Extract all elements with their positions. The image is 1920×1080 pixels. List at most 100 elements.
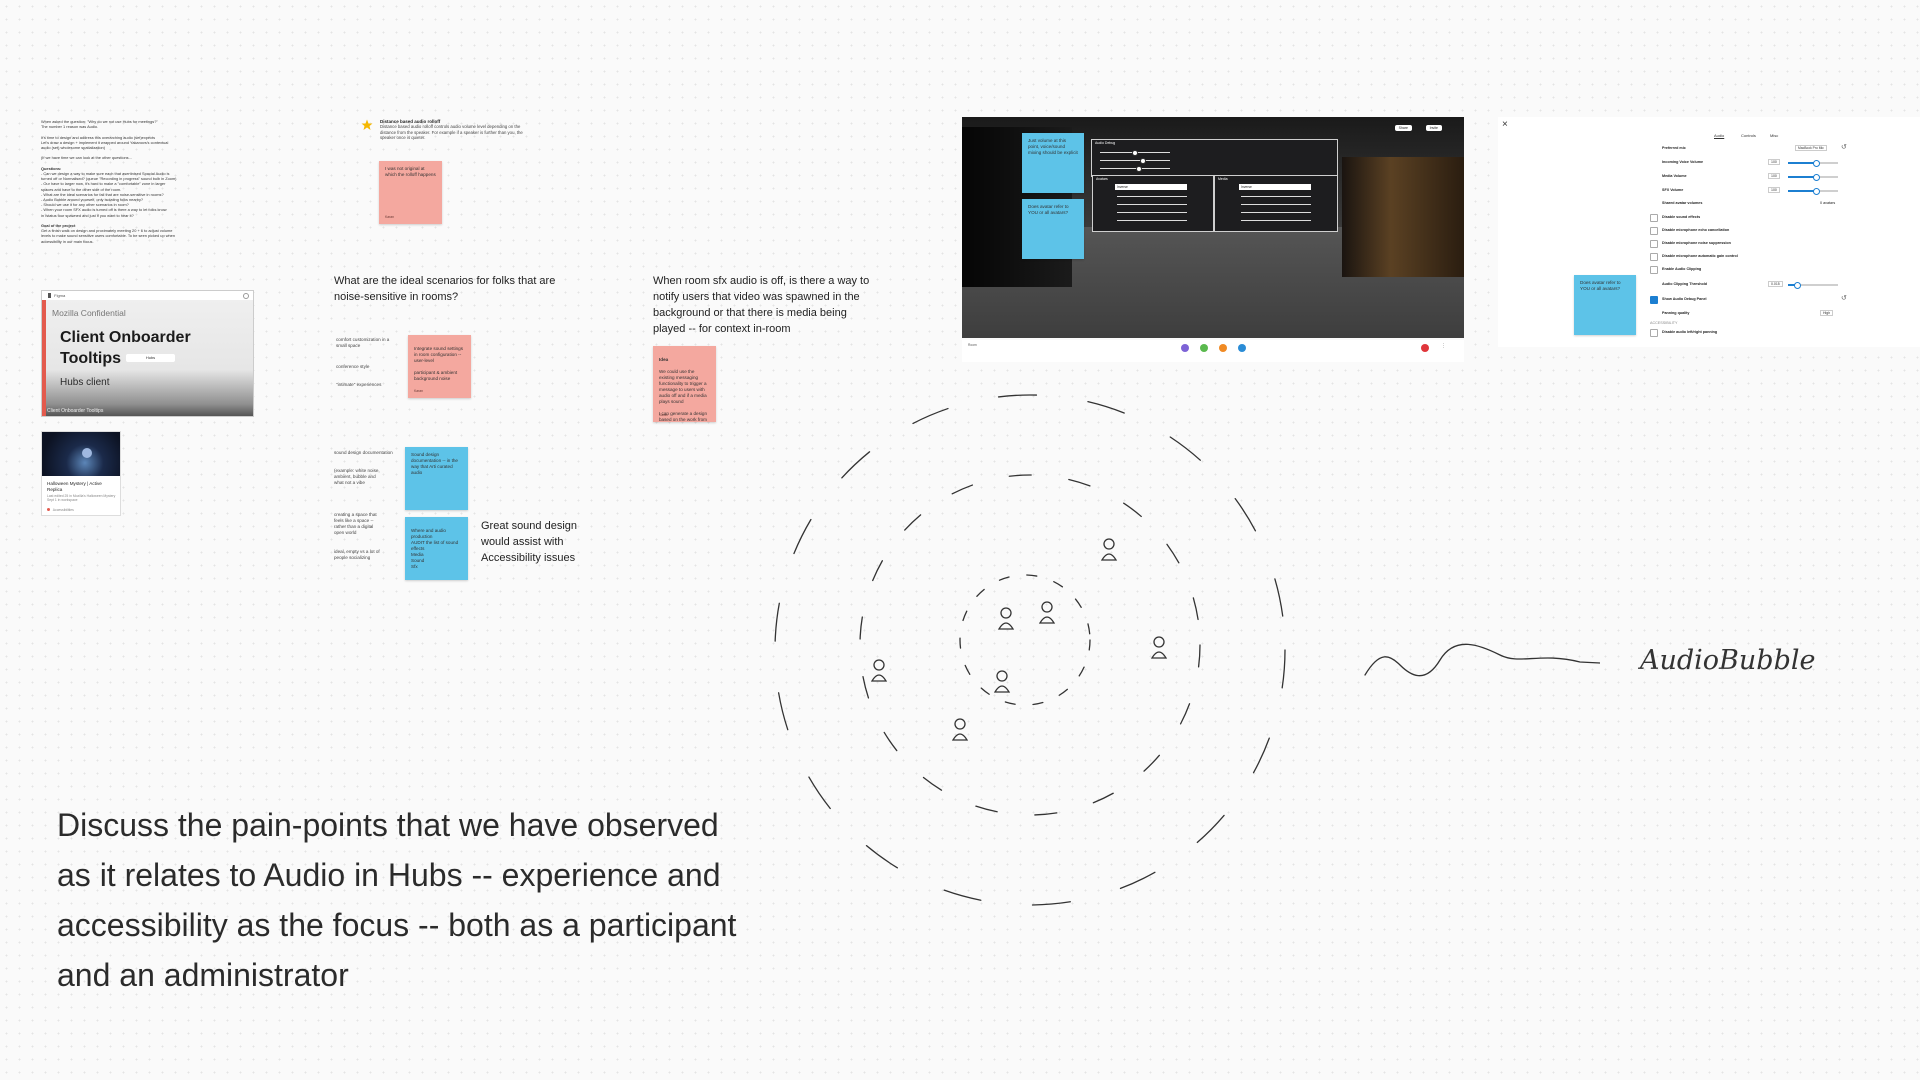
halloween-tag-row: Accessibilities <box>47 508 74 512</box>
media-slider-3[interactable] <box>1241 212 1311 213</box>
media-panel-title: Media <box>1218 177 1228 181</box>
pink-note-mid[interactable]: Integrate sound settings in room configu… <box>408 335 471 398</box>
checkbox-disable-sfx[interactable] <box>1650 214 1658 222</box>
star-note-body: Distance based audio rolloff controls au… <box>380 124 523 140</box>
media-panel: Media Inverse <box>1214 175 1338 232</box>
clipping-knob[interactable] <box>1794 282 1801 289</box>
media-slider-4[interactable] <box>1241 220 1311 221</box>
slider-knob-sfx[interactable] <box>1812 188 1820 195</box>
reset-icon[interactable]: ↺ <box>1841 143 1847 151</box>
label-example: (example: white noise, ambient, bubble a… <box>334 468 380 485</box>
blue-note-audio-production[interactable]: Where and audio production AUDIT the lis… <box>405 517 468 580</box>
slider-fill-media <box>1788 176 1816 178</box>
pink-note-top[interactable]: I was not original at which the rolloff … <box>379 161 442 224</box>
card-menu-icon[interactable] <box>243 293 249 299</box>
slider-fill-sfx <box>1788 190 1816 192</box>
checkbox-echo[interactable] <box>1650 227 1658 235</box>
main-statement: Discuss the pain-points that we have obs… <box>57 807 737 993</box>
shot-blue-note-2[interactable]: Does avatar refer to YOU or all avatars? <box>1022 199 1084 259</box>
shot-blue-note-1[interactable]: Just volume at this point, voice/sound m… <box>1022 133 1084 193</box>
blue-note-sound-doc[interactable]: Sound design documentation -- in the way… <box>405 447 468 510</box>
checkbox-label-disable-sfx: Disable sound effects <box>1662 215 1701 219</box>
card-subtitle: Hubs client <box>60 377 110 388</box>
clipping-reset-icon[interactable]: ↺ <box>1841 294 1847 302</box>
slider-value-media[interactable]: 100 <box>1768 173 1780 179</box>
preferred-mic-label: Preferred mic <box>1662 146 1686 150</box>
tab-controls[interactable]: Controls <box>1741 133 1756 138</box>
checkbox-gain[interactable] <box>1650 253 1658 261</box>
figma-icon <box>48 293 51 299</box>
more-icon[interactable]: ⋮ <box>1441 343 1446 349</box>
debug-slider-3[interactable] <box>1100 168 1170 169</box>
media-slider-1[interactable] <box>1241 196 1311 197</box>
slider-value-sfx[interactable]: 100 <box>1768 187 1780 193</box>
share-button[interactable]: Share <box>1394 125 1412 131</box>
slider-knob-voice[interactable] <box>1812 160 1820 167</box>
audio-debug-title: Audio Debug <box>1095 141 1116 145</box>
middle-ring <box>859 474 1201 816</box>
card-pill: Hubs <box>126 354 175 362</box>
debug-slider-2[interactable] <box>1100 160 1170 161</box>
checkbox-label-debug-panel: Show Audio Debug Panel <box>1662 297 1707 301</box>
react-button[interactable] <box>1238 344 1246 352</box>
settings-blue-note-body: Does avatar refer to YOU or all avatars? <box>1580 280 1621 291</box>
checkbox-lr-panning[interactable] <box>1650 329 1658 337</box>
leave-button[interactable] <box>1421 344 1429 352</box>
panning-quality-select[interactable]: High <box>1820 310 1834 316</box>
halloween-meta: Last edited 25 in Mozilla's Halloween My… <box>47 494 116 503</box>
media-select[interactable]: Inverse <box>1239 184 1311 190</box>
clipping-threshold-value[interactable]: 0.015 <box>1768 281 1783 287</box>
avatars-slider-1[interactable] <box>1117 196 1187 197</box>
avatars-slider-2[interactable] <box>1117 204 1187 205</box>
audio-debug-dialog: Audio Debug <box>1091 139 1338 177</box>
audio-bubble-label: AudioBubble <box>1640 645 1816 676</box>
preferred-mic-select[interactable]: MacBook Pro Mic <box>1795 145 1827 151</box>
shot-blue-note-1-body: Just volume at this point, voice/sound m… <box>1028 138 1078 155</box>
pink-note-top-body: I was not original at which the rolloff … <box>385 166 436 177</box>
slider-value-voice[interactable]: 100 <box>1768 159 1780 165</box>
toolbar-room-button[interactable]: Room <box>968 343 977 347</box>
checkbox-debug-panel[interactable] <box>1650 296 1658 304</box>
media-slider-2[interactable] <box>1241 204 1311 205</box>
panning-quality-label: Panning quality <box>1662 311 1690 315</box>
outer-ring <box>774 394 1286 906</box>
debug-knob-1[interactable] <box>1132 150 1138 156</box>
audio-settings-panel: × Audio Controls Misc Preferred mic MacB… <box>1498 117 1920 347</box>
label-intimate: "intimate" experiences <box>336 382 382 387</box>
checkbox-label-clipping: Enable Audio Clipping <box>1662 267 1702 271</box>
question-noise-sensitive: What are the ideal scenarios for folks t… <box>334 275 556 303</box>
share-screen-button[interactable] <box>1200 344 1208 352</box>
avatars-slider-4[interactable] <box>1117 220 1187 221</box>
tab-misc[interactable]: Misc <box>1770 133 1778 138</box>
halloween-file-card[interactable]: Halloween Mystery | Active Replica Last … <box>41 431 121 516</box>
halloween-tag: Accessibilities <box>52 508 74 512</box>
hubs-room-screenshot: Share Invite Just volume at this point, … <box>962 117 1464 338</box>
settings-blue-note[interactable]: Does avatar refer to YOU or all avatars? <box>1574 275 1636 335</box>
slider-label-sfx: SFX Volume <box>1662 188 1684 192</box>
debug-knob-3[interactable] <box>1136 166 1142 172</box>
close-icon[interactable]: × <box>1502 119 1508 130</box>
clipping-threshold-label: Audio Clipping Threshold <box>1662 282 1708 286</box>
hubs-toolbar: Room ⋮ <box>962 340 1464 362</box>
figma-file-card[interactable]: Figma Mozilla Confidential Client Onboar… <box>41 290 254 417</box>
avatars-slider-3[interactable] <box>1117 212 1187 213</box>
card-title-line2: Tooltips <box>60 350 122 367</box>
tab-audio[interactable]: Audio <box>1714 133 1724 138</box>
pink-note-mid-author: Karan <box>414 389 424 393</box>
invite-button[interactable]: Invite <box>1425 125 1442 131</box>
label-conference: conference style <box>336 364 370 369</box>
avatars-select[interactable]: Inverse <box>1115 184 1187 190</box>
checkbox-label-lr-panning: Disable audio left/right panning <box>1662 330 1718 334</box>
halloween-thumbnail <box>42 432 120 476</box>
label-comfort: comfort customization in a small space <box>336 337 390 348</box>
question-room-sfx: When room sfx audio is off, is there a w… <box>653 275 870 335</box>
slider-knob-media[interactable] <box>1812 174 1820 181</box>
place-button[interactable] <box>1219 344 1227 352</box>
person-icons <box>870 538 1168 741</box>
checkbox-noise[interactable] <box>1650 240 1658 248</box>
debug-knob-2[interactable] <box>1140 158 1146 164</box>
voice-button[interactable] <box>1181 344 1189 352</box>
pink-note-right-author: Karan <box>659 413 669 417</box>
checkbox-clipping[interactable] <box>1650 266 1658 274</box>
great-sound-design-text: Great sound design would assist with Acc… <box>481 520 578 564</box>
